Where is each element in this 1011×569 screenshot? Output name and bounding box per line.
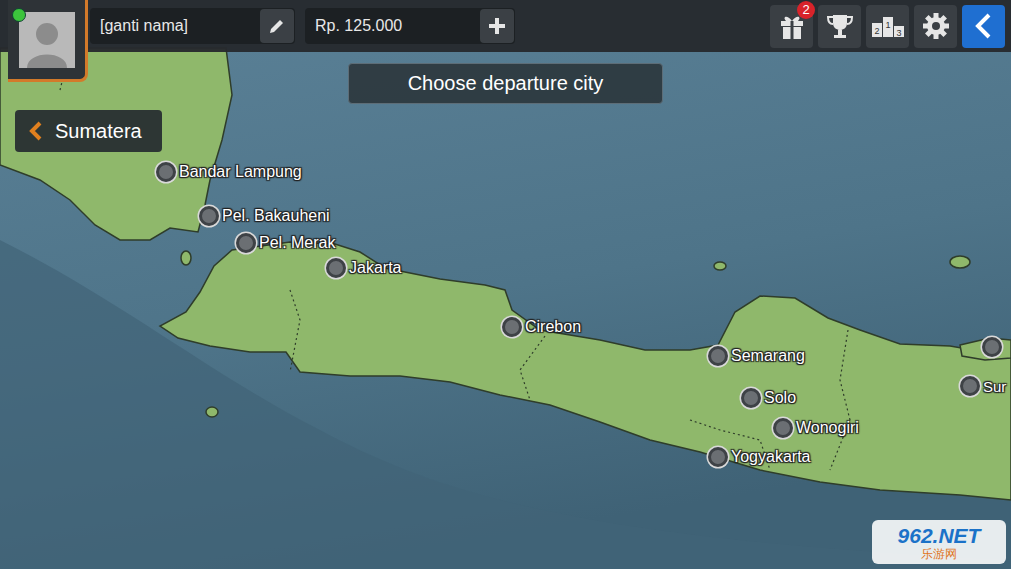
user-silhouette-icon [19, 12, 75, 68]
city-pin[interactable]: Solo [741, 388, 796, 408]
chevron-left-icon [29, 121, 43, 141]
player-avatar[interactable] [8, 0, 88, 82]
city-pin[interactable]: Pel. Bakauheni [199, 206, 330, 226]
city-dot [982, 337, 1002, 357]
money-amount: Rp. 125.000 [305, 17, 480, 35]
city-dot [156, 162, 176, 182]
city-label: Cirebon [525, 318, 581, 336]
podium-icon: 213 [871, 13, 905, 39]
region-back-button[interactable]: Sumatera [15, 110, 162, 152]
leaderboard-button[interactable]: 213 [866, 5, 909, 48]
city-pin[interactable]: Jakarta [326, 258, 401, 278]
add-money-button[interactable] [480, 9, 514, 43]
trophy-button[interactable] [818, 5, 861, 48]
trophy-icon [826, 12, 854, 40]
pencil-icon [268, 17, 286, 35]
city-label: Jakarta [349, 259, 401, 277]
settings-button[interactable] [914, 5, 957, 48]
podium-rank: 2 [874, 26, 879, 36]
city-pin[interactable]: Sur [960, 376, 1006, 396]
city-pin[interactable] [982, 337, 1002, 357]
gear-icon [922, 12, 950, 40]
player-name[interactable]: [ganti nama] [90, 17, 260, 35]
city-label: Yogyakarta [731, 448, 810, 466]
back-button[interactable] [962, 5, 1005, 48]
city-pin[interactable]: Bandar Lampung [156, 162, 302, 182]
city-label: Pel. Bakauheni [222, 207, 330, 225]
name-field[interactable]: [ganti nama] [90, 8, 295, 44]
region-label: Sumatera [55, 120, 142, 143]
city-dot [741, 388, 761, 408]
city-dot [502, 317, 522, 337]
city-label: Semarang [731, 347, 805, 365]
city-dot [199, 206, 219, 226]
city-dot [236, 233, 256, 253]
city-dot [960, 376, 980, 396]
top-bar: [ganti nama] Rp. 125.000 2 213 [0, 0, 1011, 52]
city-pin[interactable]: Semarang [708, 346, 805, 366]
back-arrow-icon [973, 13, 995, 39]
screen-title: Choose departure city [348, 63, 663, 104]
gift-button[interactable]: 2 [770, 5, 813, 48]
city-label: Pel. Merak [259, 234, 335, 252]
podium-rank: 3 [896, 28, 901, 38]
money-field: Rp. 125.000 [305, 8, 515, 44]
city-pin[interactable]: Wonogiri [773, 418, 859, 438]
city-dot [708, 346, 728, 366]
watermark-sub: 乐游网 [921, 548, 957, 560]
city-label: Wonogiri [796, 419, 859, 437]
watermark: 962.NET 乐游网 [872, 520, 1006, 564]
city-label: Bandar Lampung [179, 163, 302, 181]
gift-badge: 2 [797, 1, 815, 19]
city-pin[interactable]: Yogyakarta [708, 447, 810, 467]
city-pin[interactable]: Cirebon [502, 317, 581, 337]
city-label: Solo [764, 389, 796, 407]
podium-rank: 1 [885, 20, 890, 30]
city-label: Sur [983, 378, 1006, 395]
plus-icon [488, 17, 506, 35]
watermark-logo: 962.NET [898, 525, 981, 546]
city-dot [326, 258, 346, 278]
edit-name-button[interactable] [260, 9, 294, 43]
online-status-dot [12, 8, 26, 22]
city-pin[interactable]: Pel. Merak [236, 233, 335, 253]
city-dot [708, 447, 728, 467]
city-dot [773, 418, 793, 438]
